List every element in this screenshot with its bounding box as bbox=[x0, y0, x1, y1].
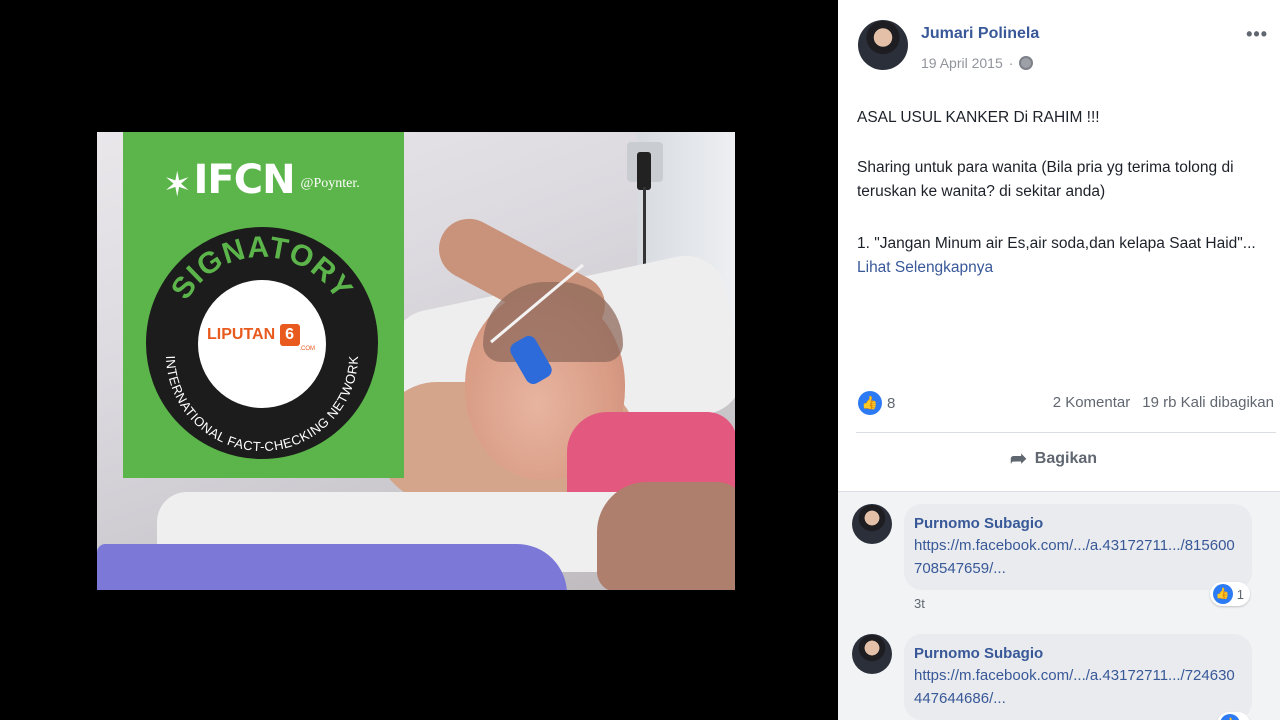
comment-like-count: 1 bbox=[1236, 586, 1244, 602]
badge-inner-circle: LIPUTAN 6 .COM bbox=[198, 280, 326, 408]
post-panel: Jumari Polinela 19 April 2015 · ••• ASAL… bbox=[838, 0, 1280, 720]
post-paragraph-1: Sharing untuk para wanita (Bila pria yg … bbox=[857, 159, 1234, 200]
comment-reactions[interactable]: 👍 1 bbox=[1209, 582, 1250, 606]
commenter-name[interactable]: Purnomo Subagio bbox=[914, 514, 1242, 534]
photo-hand bbox=[597, 482, 735, 590]
comment-bubble: Purnomo Subagio https://m.facebook.com/.… bbox=[904, 504, 1252, 590]
post-stats: 2 Komentar 19 rb Kali dibagikan bbox=[1053, 394, 1274, 411]
liputan-com: .COM bbox=[299, 346, 315, 352]
share-label: Bagikan bbox=[1034, 449, 1098, 467]
post-date[interactable]: 19 April 2015 bbox=[921, 55, 1003, 71]
comment-time[interactable]: 3t bbox=[914, 596, 925, 611]
shares-count[interactable]: 19 rb Kali dibagikan bbox=[1142, 394, 1274, 411]
post-meta: 19 April 2015 · bbox=[921, 55, 1034, 71]
comment-link[interactable]: https://m.facebook.com/.../a.43172711...… bbox=[914, 534, 1242, 580]
media-viewer[interactable]: ✶ IFCN @Poynter. SIGNATORY INTERNATIONAL… bbox=[0, 0, 838, 720]
commenter-avatar[interactable] bbox=[852, 504, 892, 544]
commenter-name[interactable]: Purnomo Subagio bbox=[914, 644, 1242, 664]
photo-blanket bbox=[97, 544, 567, 590]
reactions[interactable]: 👍 8 bbox=[858, 391, 895, 415]
comments-count[interactable]: 2 Komentar bbox=[1053, 394, 1131, 411]
liputan-text: LIPUTAN bbox=[207, 326, 276, 343]
post-title: ASAL USUL KANKER Di RAHIM !!! bbox=[857, 109, 1100, 126]
comment-bubble: Purnomo Subagio https://m.facebook.com/.… bbox=[904, 634, 1252, 720]
reaction-count: 8 bbox=[887, 394, 896, 412]
ifcn-signatory-badge: ✶ IFCN @Poynter. SIGNATORY INTERNATIONAL… bbox=[123, 132, 404, 478]
liputan-six: 6 bbox=[279, 324, 300, 346]
like-icon: 👍 bbox=[1212, 584, 1233, 604]
star-icon: ✶ bbox=[163, 166, 192, 204]
poynter-text: @Poynter. bbox=[300, 176, 360, 191]
photo-plug bbox=[637, 152, 651, 190]
see-more-link[interactable]: Lihat Selengkapnya bbox=[857, 259, 993, 276]
like-icon: 👍 bbox=[1220, 714, 1240, 720]
share-icon: ➦ bbox=[1010, 448, 1027, 470]
author-avatar[interactable] bbox=[858, 20, 908, 70]
like-icon: 👍 bbox=[858, 391, 882, 415]
comments-section: Purnomo Subagio https://m.facebook.com/.… bbox=[838, 491, 1280, 720]
divider bbox=[856, 432, 1276, 433]
ifcn-text: IFCN bbox=[193, 157, 296, 203]
commenter-avatar[interactable] bbox=[852, 634, 892, 674]
more-options-icon[interactable]: ••• bbox=[1246, 24, 1268, 45]
share-button[interactable]: ➦ Bagikan bbox=[1010, 446, 1097, 471]
post-paragraph-2: 1. "Jangan Minum air Es,air soda,dan kel… bbox=[857, 232, 1277, 280]
liputan6-logo: LIPUTAN 6 .COM bbox=[207, 324, 319, 360]
signatory-ring: SIGNATORY INTERNATIONAL FACT-CHECKING NE… bbox=[140, 221, 384, 465]
comment-link[interactable]: https://m.facebook.com/.../a.43172711...… bbox=[914, 664, 1242, 710]
author-name[interactable]: Jumari Polinela bbox=[921, 25, 1039, 43]
ifcn-logo: ✶ IFCN @Poynter. bbox=[163, 142, 360, 202]
globe-icon[interactable] bbox=[1019, 56, 1034, 70]
post-paragraph-2-text: 1. "Jangan Minum air Es,air soda,dan kel… bbox=[857, 235, 1256, 252]
